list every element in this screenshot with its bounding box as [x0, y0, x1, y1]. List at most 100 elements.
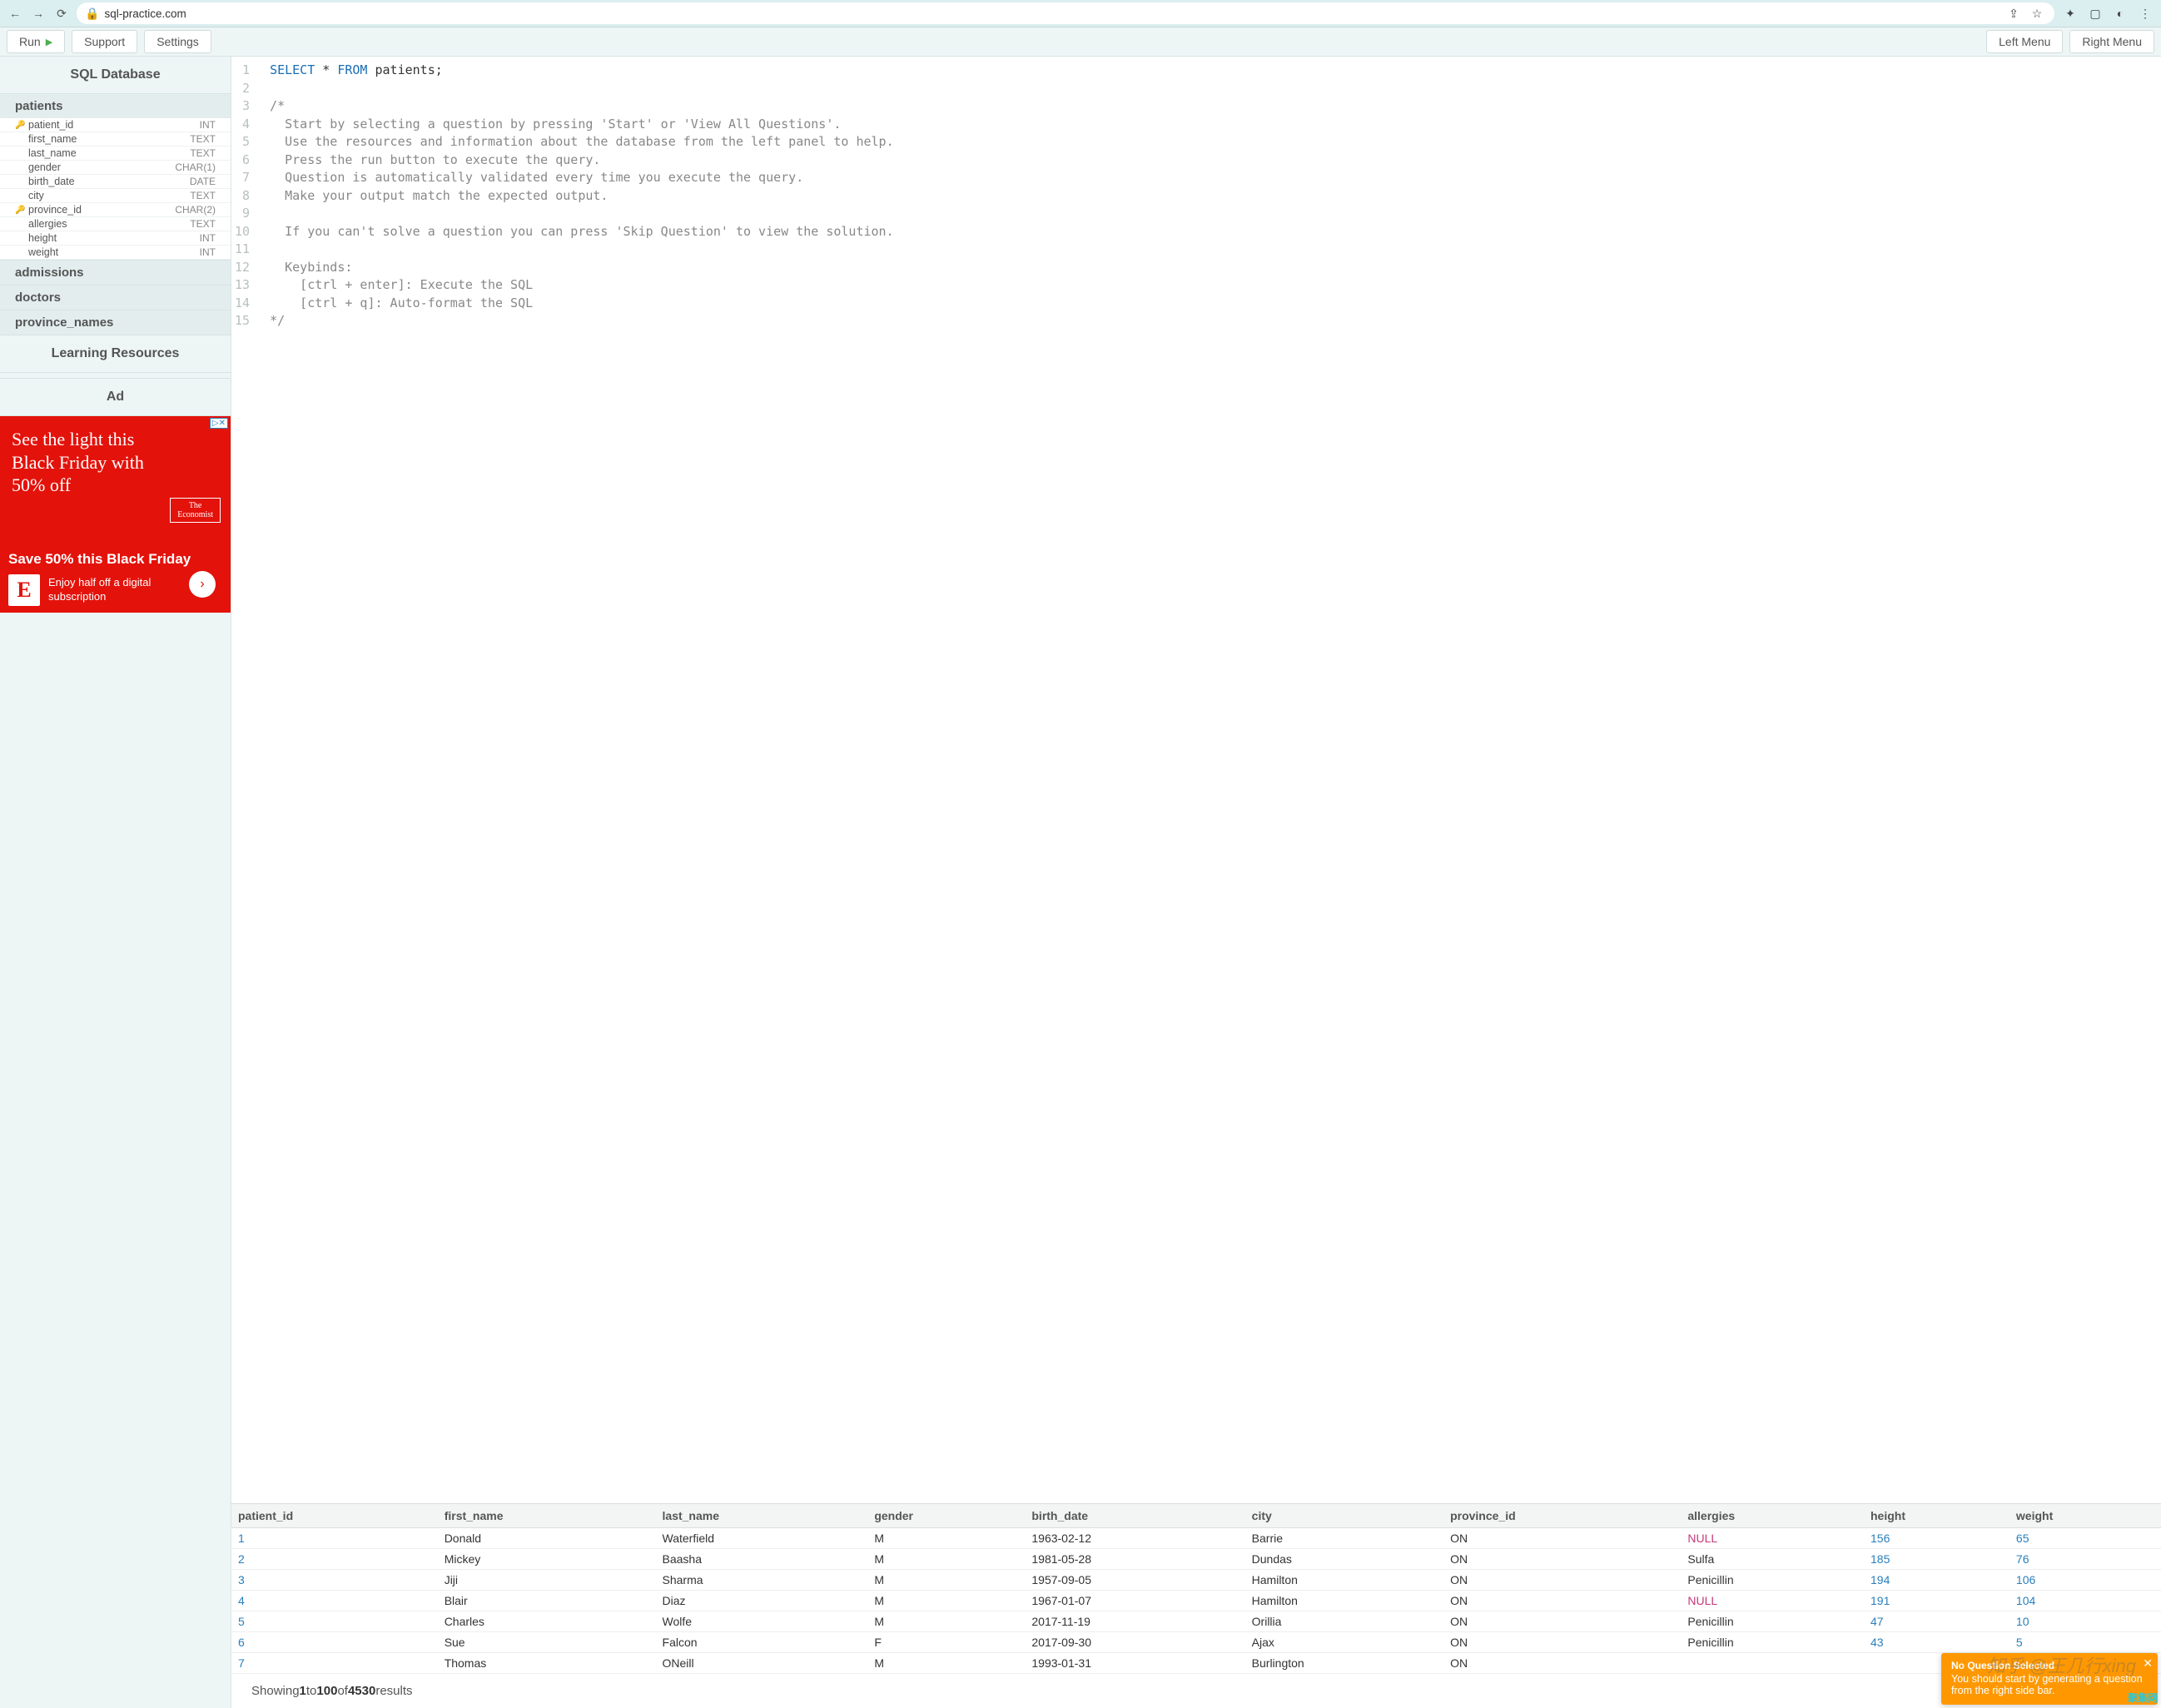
settings-button[interactable]: Settings [144, 30, 211, 53]
table-row[interactable]: 1DonaldWaterfieldM1963-02-12BarrieONNULL… [231, 1528, 2161, 1549]
col-province_id[interactable]: province_id [1443, 1504, 1681, 1528]
browser-chrome: ← → ⟳ 🔒 sql-practice.com ⇪ ☆ ✦ ▢ ◐ ⋮ [0, 0, 2161, 27]
cell: Hamilton [1245, 1570, 1443, 1591]
table-patients[interactable]: patients [0, 94, 231, 118]
column-name: patient_id [28, 119, 200, 131]
cell: Falcon [656, 1632, 868, 1653]
table-row[interactable]: 5CharlesWolfeM2017-11-19OrilliaONPenicil… [231, 1611, 2161, 1632]
ad-subhead: Save 50% this Black Friday [8, 551, 191, 568]
cell: Blair [438, 1591, 656, 1611]
share-icon[interactable]: ⇪ [2005, 4, 2023, 22]
cell: M [867, 1611, 1025, 1632]
editor-code[interactable]: SELECT * FROM patients; /* Start by sele… [261, 57, 902, 1503]
cell: 106 [2009, 1570, 2161, 1591]
table-admissions[interactable]: admissions [0, 261, 231, 285]
toast-notification: ✕ No Question Selected You should start … [1941, 1653, 2158, 1705]
column-row[interactable]: weightINT [0, 246, 231, 260]
cell: Penicillin [1681, 1632, 1864, 1653]
forward-icon[interactable]: → [30, 5, 47, 22]
column-name: weight [28, 246, 200, 258]
cell: 191 [1864, 1591, 2009, 1611]
table-row[interactable]: 4BlairDiazM1967-01-07HamiltonONNULL19110… [231, 1591, 2161, 1611]
col-city[interactable]: city [1245, 1504, 1443, 1528]
cell: Dundas [1245, 1549, 1443, 1570]
col-allergies[interactable]: allergies [1681, 1504, 1864, 1528]
cell: 4 [231, 1591, 438, 1611]
column-type: INT [200, 232, 216, 244]
sql-editor[interactable]: 123456789101112131415 SELECT * FROM pati… [231, 57, 2161, 1503]
ad-label: Ad [0, 378, 231, 416]
ad-close-icon[interactable]: ▷✕ [210, 418, 228, 429]
col-weight[interactable]: weight [2009, 1504, 2161, 1528]
column-type: CHAR(1) [175, 161, 216, 173]
sidebar: SQL Database patients🔑patient_idINTfirst… [0, 57, 231, 1708]
column-name: birth_date [28, 176, 190, 187]
column-type: TEXT [190, 190, 216, 201]
cell: ONeill [656, 1653, 868, 1674]
learning-resources-header[interactable]: Learning Resources [0, 335, 231, 373]
cell: 5 [231, 1611, 438, 1632]
toast-close-icon[interactable]: ✕ [2143, 1656, 2153, 1671]
table-row[interactable]: 7ThomasONeillM1993-01-31BurlingtonON [231, 1653, 2161, 1674]
app-toolbar: Run▶ Support Settings Left Menu Right Me… [0, 27, 2161, 57]
cell: Sulfa [1681, 1549, 1864, 1570]
ad-brand: TheEconomist [170, 498, 221, 523]
column-row[interactable]: 🔑patient_idINT [0, 118, 231, 132]
content-area: 123456789101112131415 SELECT * FROM pati… [231, 57, 2161, 1708]
profile-icon[interactable]: ◐ [2111, 4, 2129, 22]
left-menu-button[interactable]: Left Menu [1986, 30, 2063, 53]
column-row[interactable]: 🔑province_idCHAR(2) [0, 203, 231, 217]
col-first_name[interactable]: first_name [438, 1504, 656, 1528]
table-row[interactable]: 3JijiSharmaM1957-09-05HamiltonONPenicill… [231, 1570, 2161, 1591]
column-row[interactable]: birth_dateDATE [0, 175, 231, 189]
table-doctors[interactable]: doctors [0, 285, 231, 310]
foreign-key-icon: 🔑 [15, 206, 25, 215]
star-icon[interactable]: ☆ [2028, 4, 2046, 22]
run-button[interactable]: Run▶ [7, 30, 65, 53]
extensions-icon[interactable]: ✦ [2061, 4, 2079, 22]
cell: Wolfe [656, 1611, 868, 1632]
toast-body: You should start by generating a questio… [1951, 1673, 2148, 1696]
cell: 194 [1864, 1570, 2009, 1591]
url-bar[interactable]: 🔒 sql-practice.com ⇪ ☆ [77, 2, 2054, 24]
cell: Penicillin [1681, 1570, 1864, 1591]
column-name: city [28, 190, 190, 201]
cell: ON [1443, 1653, 1681, 1674]
column-row[interactable]: last_nameTEXT [0, 146, 231, 161]
null-cell: NULL [1681, 1528, 1864, 1549]
table-row[interactable]: 2MickeyBaashaM1981-05-28DundasONSulfa185… [231, 1549, 2161, 1570]
col-last_name[interactable]: last_name [656, 1504, 868, 1528]
table-row[interactable]: 6SueFalconF2017-09-30AjaxONPenicillin435 [231, 1632, 2161, 1653]
column-type: TEXT [190, 147, 216, 159]
devices-icon[interactable]: ▢ [2086, 4, 2104, 22]
col-birth_date[interactable]: birth_date [1025, 1504, 1244, 1528]
column-row[interactable]: first_nameTEXT [0, 132, 231, 146]
cell: 6 [231, 1632, 438, 1653]
col-patient_id[interactable]: patient_id [231, 1504, 438, 1528]
cell: 2017-09-30 [1025, 1632, 1244, 1653]
menu-icon[interactable]: ⋮ [2136, 4, 2154, 22]
right-menu-button[interactable]: Right Menu [2069, 30, 2154, 53]
cell: Diaz [656, 1591, 868, 1611]
cell: M [867, 1591, 1025, 1611]
cell: M [867, 1653, 1025, 1674]
column-row[interactable]: allergiesTEXT [0, 217, 231, 231]
col-gender[interactable]: gender [867, 1504, 1025, 1528]
table-province_names[interactable]: province_names [0, 310, 231, 335]
column-type: CHAR(2) [175, 204, 216, 216]
ad-go-icon[interactable]: › [189, 571, 216, 598]
column-row[interactable]: cityTEXT [0, 189, 231, 203]
back-icon[interactable]: ← [7, 5, 23, 22]
column-row[interactable]: genderCHAR(1) [0, 161, 231, 175]
cell: M [867, 1528, 1025, 1549]
reload-icon[interactable]: ⟳ [53, 5, 70, 22]
cell: Penicillin [1681, 1611, 1864, 1632]
column-name: province_id [28, 204, 175, 216]
ad-footer: E Enjoy half off a digital subscription [8, 574, 173, 606]
ad-banner[interactable]: ▷✕ See the light thisBlack Friday with50… [0, 416, 231, 613]
url-text: sql-practice.com [104, 7, 2000, 20]
column-row[interactable]: heightINT [0, 231, 231, 246]
support-button[interactable]: Support [72, 30, 137, 53]
col-height[interactable]: height [1864, 1504, 2009, 1528]
cell: Waterfield [656, 1528, 868, 1549]
